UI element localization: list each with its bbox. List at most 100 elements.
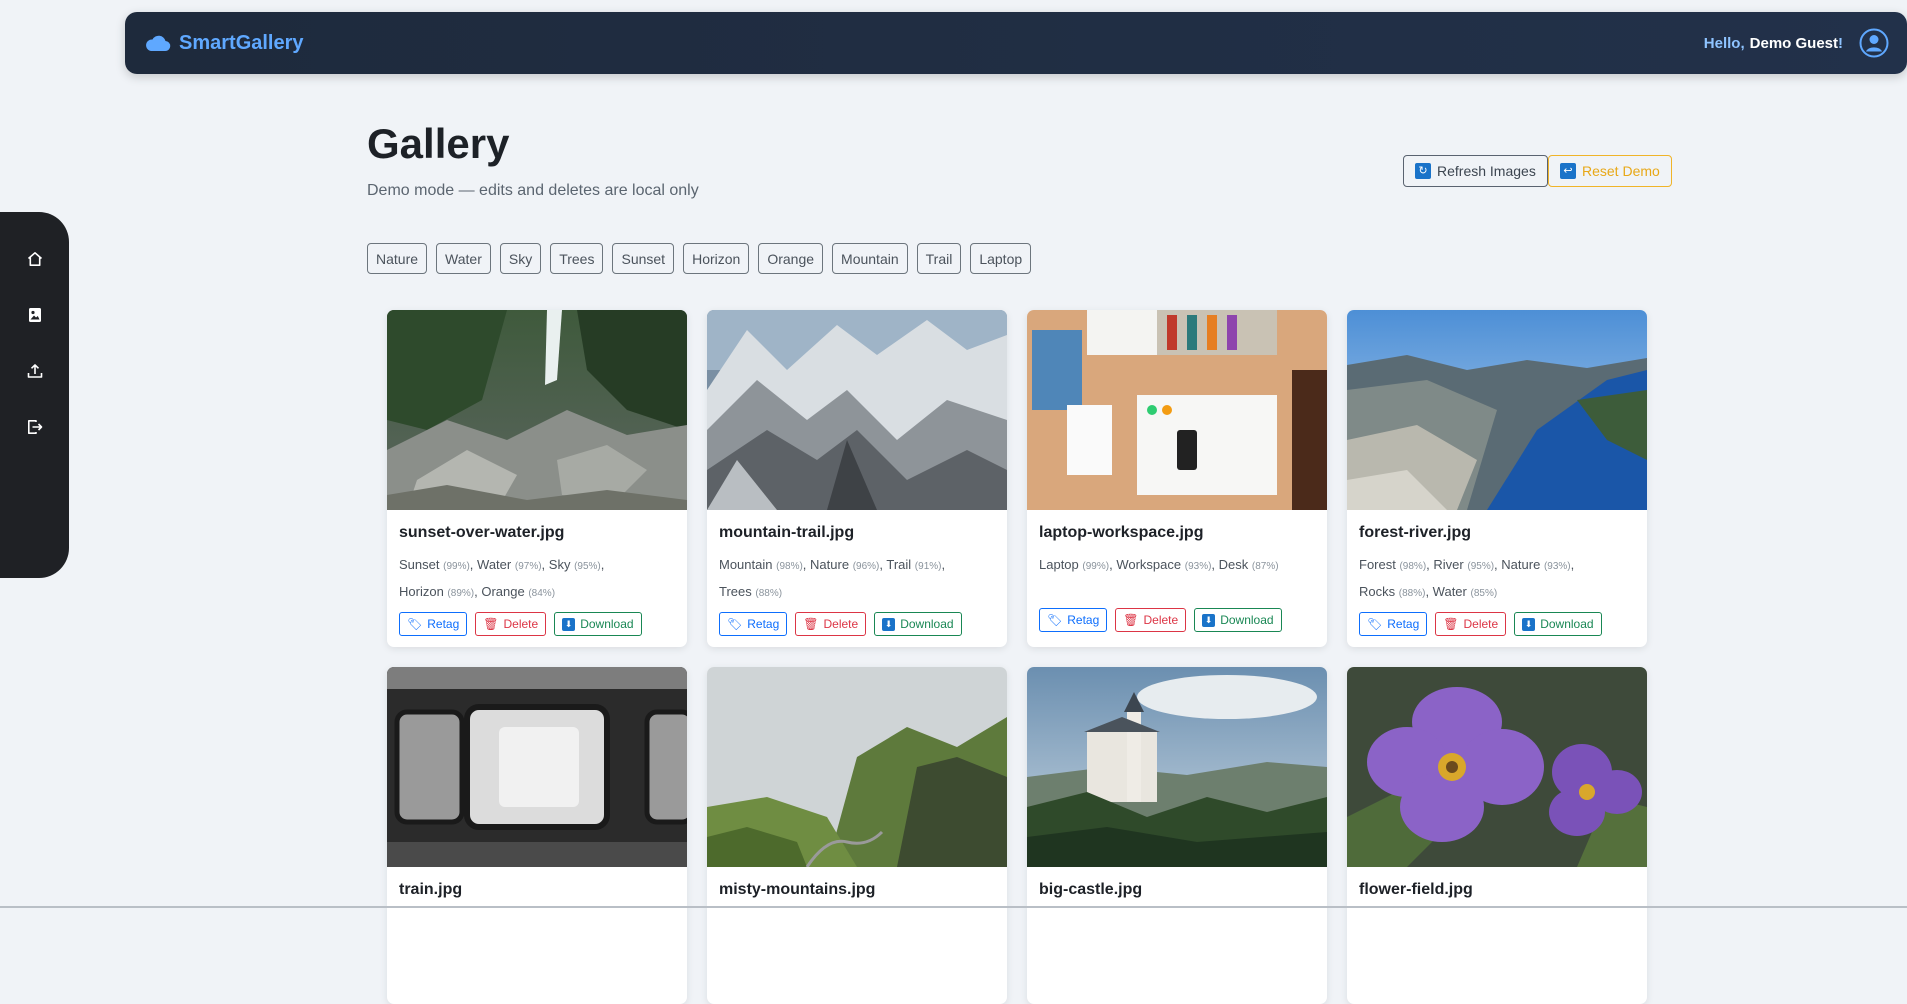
sidebar-item-home[interactable] bbox=[23, 247, 47, 271]
image-filename: forest-river.jpg bbox=[1359, 524, 1472, 541]
tag-icon: 🏷 bbox=[727, 617, 743, 631]
image-tags: Forest (98%), River (95%), Nature (93%),… bbox=[1359, 557, 1575, 599]
delete-button[interactable]: 🗑 Delete bbox=[475, 612, 547, 636]
user-avatar-icon[interactable] bbox=[1859, 28, 1889, 58]
tag-filter[interactable]: Mountain bbox=[832, 243, 908, 274]
sidebar bbox=[0, 212, 69, 578]
download-label: Download bbox=[900, 617, 954, 631]
image-thumbnail[interactable] bbox=[387, 667, 687, 867]
tag-confidence: (99%) bbox=[1082, 561, 1110, 572]
greeting-prefix: Hello, bbox=[1703, 34, 1745, 52]
reset-demo-label: Reset Demo bbox=[1582, 163, 1660, 179]
trash-icon: 🗑 bbox=[483, 617, 499, 631]
delete-button[interactable]: 🗑 Delete bbox=[1435, 612, 1507, 636]
tag-filter[interactable]: Trees bbox=[550, 243, 604, 274]
user-greeting: Hello, Demo Guest! bbox=[1704, 12, 1843, 74]
trash-icon: 🗑 bbox=[1443, 617, 1459, 631]
tag-filter[interactable]: Nature bbox=[367, 243, 428, 274]
image-card: train.jpg bbox=[387, 667, 687, 1004]
tag-name: Water bbox=[1432, 584, 1467, 599]
image-thumbnail[interactable] bbox=[1027, 667, 1327, 867]
tag-confidence: (95%) bbox=[1467, 561, 1495, 572]
sidebar-item-upload[interactable] bbox=[23, 359, 47, 383]
image-card: big-castle.jpg bbox=[1027, 667, 1327, 1004]
image-card: mountain-trail.jpg Mountain (98%), Natur… bbox=[707, 310, 1007, 647]
retag-button[interactable]: 🏷 Retag bbox=[1359, 612, 1428, 636]
retag-label: Retag bbox=[427, 617, 460, 631]
image-filename: misty-mountains.jpg bbox=[719, 881, 876, 898]
tag-confidence: (88%) bbox=[755, 588, 783, 599]
tag-name: Workspace bbox=[1116, 557, 1182, 572]
delete-button[interactable]: 🗑 Delete bbox=[795, 612, 867, 636]
tag-name: Trees bbox=[719, 584, 752, 599]
tag-confidence: (97%) bbox=[514, 561, 542, 572]
download-button[interactable]: ⬇ Download bbox=[1514, 612, 1602, 636]
download-button[interactable]: ⬇ Download bbox=[554, 612, 642, 636]
image-tags: Sunset (99%), Water (97%), Sky (95%), Ho… bbox=[399, 557, 605, 599]
image-thumbnail[interactable] bbox=[387, 310, 687, 510]
tag-name: Water bbox=[477, 557, 512, 572]
tag-name: Mountain bbox=[719, 557, 773, 572]
tag-filter[interactable]: Orange bbox=[758, 243, 824, 274]
tag-confidence: (99%) bbox=[443, 561, 470, 572]
tag-filter[interactable]: Sunset bbox=[612, 243, 675, 274]
image-card: flower-field.jpg bbox=[1347, 667, 1647, 1004]
image-filename: flower-field.jpg bbox=[1359, 881, 1473, 898]
retag-button[interactable]: 🏷 Retag bbox=[1039, 608, 1108, 632]
tag-icon: 🏷 bbox=[407, 617, 423, 631]
download-icon: ⬇ bbox=[1202, 613, 1216, 627]
delete-label: Delete bbox=[823, 617, 859, 631]
cloud-icon bbox=[146, 35, 171, 52]
tag-confidence: (96%) bbox=[852, 561, 880, 572]
tag-filter[interactable]: Water bbox=[436, 243, 491, 274]
download-icon: ⬇ bbox=[562, 617, 576, 631]
tag-filter[interactable]: Sky bbox=[499, 243, 542, 274]
refresh-images-button[interactable]: ↻ Refresh Images bbox=[1403, 155, 1548, 187]
image-card: laptop-workspace.jpg Laptop (99%), Works… bbox=[1027, 310, 1327, 647]
brand[interactable]: SmartGallery bbox=[145, 12, 304, 74]
retag-button[interactable]: 🏷 Retag bbox=[399, 612, 468, 636]
delete-label: Delete bbox=[503, 617, 539, 631]
image-tags: Mountain (98%), Nature (96%), Trail (91%… bbox=[719, 557, 946, 599]
reset-demo-button[interactable]: ↩ Reset Demo bbox=[1548, 155, 1672, 187]
image-thumbnail[interactable] bbox=[1347, 310, 1647, 510]
tag-icon: 🏷 bbox=[1367, 617, 1383, 631]
image-thumbnail[interactable] bbox=[707, 667, 1007, 867]
brand-name: SmartGallery bbox=[179, 31, 304, 54]
tag-name: Sunset bbox=[399, 557, 440, 572]
refresh-icon: ↻ bbox=[1415, 163, 1431, 179]
download-icon: ⬇ bbox=[882, 617, 896, 631]
page-subtitle: Demo mode — edits and deletes are local … bbox=[367, 182, 699, 199]
refresh-images-label: Refresh Images bbox=[1437, 163, 1536, 179]
delete-label: Delete bbox=[1143, 613, 1179, 627]
download-icon: ⬇ bbox=[1522, 617, 1536, 631]
image-thumbnail[interactable] bbox=[1027, 310, 1327, 510]
image-filename: mountain-trail.jpg bbox=[719, 524, 855, 541]
download-button[interactable]: ⬇ Download bbox=[874, 612, 962, 636]
tag-name: Laptop bbox=[1039, 557, 1079, 572]
tag-filter[interactable]: Horizon bbox=[683, 243, 750, 274]
sidebar-item-logout[interactable] bbox=[23, 415, 47, 439]
image-grid: sunset-over-water.jpg Sunset (99%), Wate… bbox=[387, 310, 1647, 1004]
tag-filter[interactable]: Laptop bbox=[970, 243, 1032, 274]
user-name: Demo Guest bbox=[1749, 34, 1838, 52]
tag-filter[interactable]: Trail bbox=[916, 243, 962, 274]
tag-confidence: (89%) bbox=[447, 588, 475, 599]
download-button[interactable]: ⬇ Download bbox=[1194, 608, 1282, 632]
image-filename: big-castle.jpg bbox=[1039, 881, 1143, 898]
logout-icon bbox=[28, 420, 43, 434]
image-thumbnail[interactable] bbox=[707, 310, 1007, 510]
page-title: Gallery bbox=[367, 120, 510, 167]
tag-name: Nature bbox=[1501, 557, 1541, 572]
delete-button[interactable]: 🗑 Delete bbox=[1115, 608, 1187, 632]
gallery-icon bbox=[29, 308, 41, 322]
delete-label: Delete bbox=[1463, 617, 1499, 631]
tag-name: River bbox=[1433, 557, 1464, 572]
greeting-suffix: ! bbox=[1838, 34, 1843, 52]
sidebar-item-gallery[interactable] bbox=[23, 303, 47, 327]
tag-name: Trail bbox=[886, 557, 912, 572]
image-thumbnail[interactable] bbox=[1347, 667, 1647, 867]
tag-name: Horizon bbox=[399, 584, 444, 599]
tag-confidence: (88%) bbox=[1398, 588, 1426, 599]
retag-button[interactable]: 🏷 Retag bbox=[719, 612, 788, 636]
